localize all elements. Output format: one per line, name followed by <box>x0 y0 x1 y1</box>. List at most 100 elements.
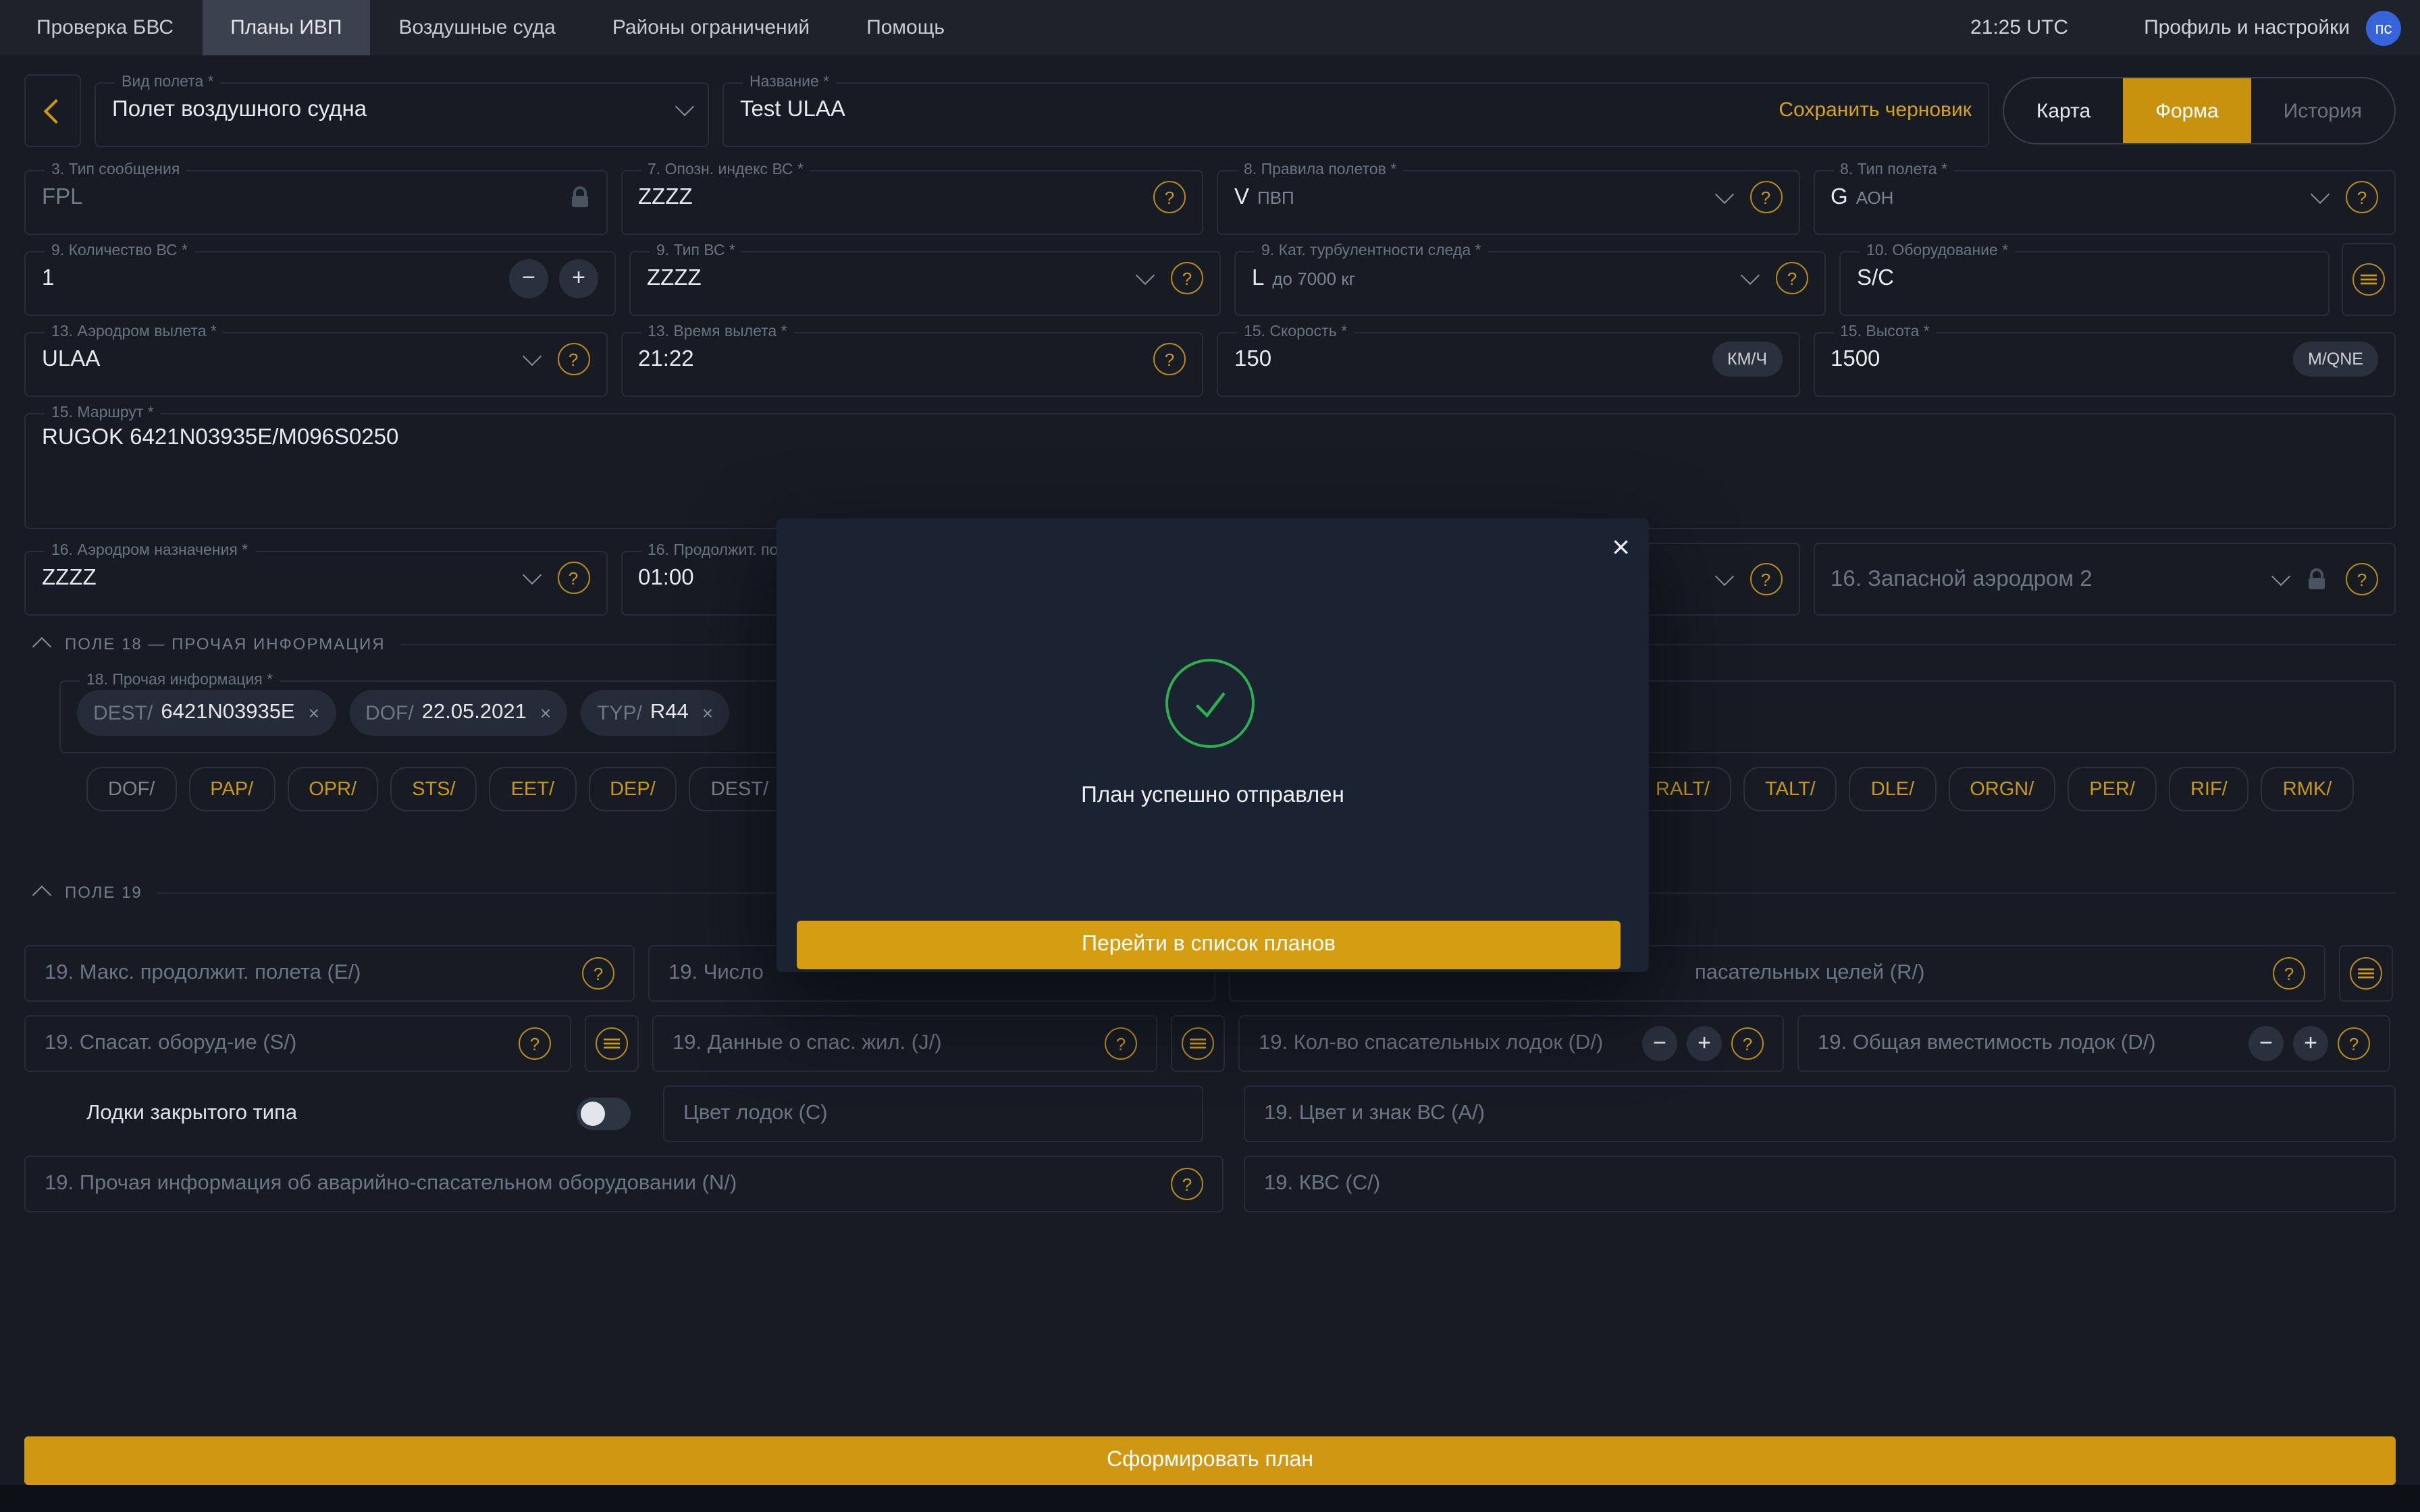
route-textarea[interactable]: 15. Маршрут * RUGOK 6421N03935E/M096S025… <box>24 405 2396 529</box>
key-dof[interactable]: DOF/ <box>86 767 176 811</box>
help-icon[interactable]: ? <box>1153 181 1186 213</box>
chevron-down-icon <box>522 347 541 366</box>
alternate-aerodrome-2-select[interactable]: 16. Запасной аэродром 2 ? <box>1813 543 2396 616</box>
plus-button[interactable]: + <box>2293 1026 2328 1061</box>
remove-chip-icon[interactable]: × <box>540 702 551 724</box>
help-icon[interactable]: ? <box>519 1027 551 1060</box>
aircraft-id-field[interactable]: 7. Опозн. индекс ВС * ZZZZ ? <box>621 162 1203 235</box>
survival-equipment-list-button[interactable] <box>585 1015 639 1072</box>
go-to-plans-button[interactable]: Перейти в список планов <box>797 921 1621 969</box>
close-icon[interactable]: × <box>1612 529 1630 566</box>
flight-plan-form: Вид полета * Полет воздушного судна Назв… <box>0 55 2420 1485</box>
flight-type-select[interactable]: 8. Тип полета * G АОН ? <box>1813 162 2396 235</box>
minus-button[interactable]: − <box>509 259 548 298</box>
nav-tab-ivp-plans[interactable]: Планы ИВП <box>202 0 370 55</box>
key-dle[interactable]: DLE/ <box>1849 767 1937 811</box>
destination-aerodrome-select[interactable]: 16. Аэродром назначения * ZZZZ ? <box>24 543 607 616</box>
profile-settings-link[interactable]: Профиль и настройки <box>2144 16 2350 39</box>
aircraft-count-field[interactable]: 9. Количество ВС * 1 −+ <box>24 243 616 316</box>
altitude-field[interactable]: 15. Высота * 1500 M/QNE <box>1813 324 2396 397</box>
help-icon[interactable]: ? <box>1105 1027 1137 1060</box>
plus-button[interactable]: + <box>1687 1026 1722 1061</box>
aircraft-color-field[interactable]: 19. Цвет и знак ВС (A/) <box>1244 1085 2396 1142</box>
help-icon[interactable]: ? <box>1750 181 1782 213</box>
utc-clock: 21:25 UTC <box>1970 16 2068 39</box>
key-rmk[interactable]: RMK/ <box>2261 767 2354 811</box>
boats-capacity-field[interactable]: 19. Общая вместимость лодок (D/) −+? <box>1797 1015 2390 1072</box>
key-sts[interactable]: STS/ <box>390 767 477 811</box>
help-icon[interactable]: ? <box>1153 343 1186 375</box>
nav-tabs: Проверка БВС Планы ИВП Воздушные суда Ра… <box>0 0 973 55</box>
nav-tab-restriction-areas[interactable]: Районы ограничений <box>584 0 838 55</box>
plus-button[interactable]: + <box>559 259 598 298</box>
chevron-down-icon <box>1714 185 1733 204</box>
help-icon[interactable]: ? <box>557 562 589 594</box>
remove-chip-icon[interactable]: × <box>702 702 713 724</box>
minus-button[interactable]: − <box>2248 1026 2284 1061</box>
equipment-list-button[interactable] <box>2342 243 2396 316</box>
chevron-down-icon <box>1136 266 1155 285</box>
life-jackets-field[interactable]: 19. Данные о спас. жил. (J/) ? <box>652 1015 1157 1072</box>
help-icon[interactable]: ? <box>1171 262 1203 294</box>
key-eet[interactable]: EET/ <box>490 767 576 811</box>
key-per[interactable]: PER/ <box>2068 767 2157 811</box>
key-talt[interactable]: TALT/ <box>1743 767 1837 811</box>
save-draft-button[interactable]: Сохранить черновик <box>1779 98 1972 121</box>
turbulence-category-select[interactable]: 9. Кат. турбулентности следа * L до 7000… <box>1234 243 1826 316</box>
rescue-radio-list-button[interactable] <box>2339 945 2393 1002</box>
plan-name-label: Название * <box>743 74 836 90</box>
closed-boats-toggle[interactable] <box>577 1098 631 1130</box>
help-icon[interactable]: ? <box>2346 563 2378 595</box>
key-rif[interactable]: RIF/ <box>2169 767 2249 811</box>
key-dep[interactable]: DEP/ <box>588 767 677 811</box>
equipment-field[interactable]: 10. Оборудование * S/C <box>1839 243 2330 316</box>
destination-aerodrome-label: 16. Аэродром назначения * <box>45 543 255 559</box>
nav-tab-help[interactable]: Помощь <box>838 0 973 55</box>
life-jackets-list-button[interactable] <box>1171 1015 1225 1072</box>
remove-chip-icon[interactable]: × <box>309 702 319 724</box>
survival-equipment-field[interactable]: 19. Спасат. оборуд-ие (S/) ? <box>24 1015 571 1072</box>
key-pap[interactable]: PAP/ <box>188 767 275 811</box>
aircraft-id-label: 7. Опозн. индекс ВС * <box>641 162 810 178</box>
max-duration-field[interactable]: 19. Макс. продолжит. полета (Е/) ? <box>24 945 635 1002</box>
boats-count-field[interactable]: 19. Кол-во спасательных лодок (D/) −+? <box>1238 1015 1784 1072</box>
alternate-aerodrome-2-placeholder: 16. Запасной аэродром 2 <box>1831 566 2093 592</box>
help-icon[interactable]: ? <box>2346 181 2378 213</box>
key-opr[interactable]: OPR/ <box>287 767 378 811</box>
plan-name-input[interactable]: Название * Test ULAA Сохранить черновик <box>722 74 1989 147</box>
help-icon[interactable]: ? <box>582 957 614 990</box>
flight-rules-select[interactable]: 8. Правила полетов * V ПВП ? <box>1217 162 1799 235</box>
departure-aerodrome-select[interactable]: 13. Аэродром вылета * ULAA ? <box>24 324 607 397</box>
help-icon[interactable]: ? <box>2338 1027 2370 1060</box>
chevron-left-icon <box>43 99 68 124</box>
minus-button[interactable]: − <box>1642 1026 1677 1061</box>
flight-kind-select[interactable]: Вид полета * Полет воздушного судна <box>95 74 709 147</box>
help-icon[interactable]: ? <box>1750 563 1782 595</box>
help-icon[interactable]: ? <box>1171 1168 1203 1200</box>
aircraft-type-select[interactable]: 9. Тип ВС * ZZZZ ? <box>629 243 1221 316</box>
nav-tab-bvs-check[interactable]: Проверка БВС <box>8 0 202 55</box>
generate-plan-button[interactable]: Сформировать план <box>24 1436 2396 1485</box>
other-rescue-info-field[interactable]: 19. Прочая информация об аварийно-спасат… <box>24 1156 1224 1212</box>
flight-type-label: 8. Тип полета * <box>1833 162 1954 178</box>
departure-time-field[interactable]: 13. Время вылета * 21:22 ? <box>621 324 1203 397</box>
aircraft-count-value: 1 <box>42 265 54 291</box>
nav-tab-aircraft[interactable]: Воздушные суда <box>370 0 583 55</box>
boats-color-field[interactable]: Цвет лодок (C) <box>663 1085 1203 1142</box>
view-tab-map[interactable]: Карта <box>2004 78 2123 143</box>
help-icon[interactable]: ? <box>1776 262 1808 294</box>
avatar[interactable]: пс <box>2366 10 2401 45</box>
key-orgn[interactable]: ORGN/ <box>1948 767 2055 811</box>
view-tab-form[interactable]: Форма <box>2123 78 2251 143</box>
chip-value: R44 <box>650 701 689 725</box>
pic-field[interactable]: 19. КВС (C/) <box>1244 1156 2396 1212</box>
help-icon[interactable]: ? <box>1731 1027 1764 1060</box>
equipment-value: S/C <box>1857 265 1894 291</box>
help-icon[interactable]: ? <box>2273 957 2305 990</box>
speed-field[interactable]: 15. Скорость * 150 КМ/Ч <box>1217 324 1799 397</box>
help-icon[interactable]: ? <box>557 343 589 375</box>
view-tab-history[interactable]: История <box>2251 78 2394 143</box>
key-dest[interactable]: DEST/ <box>689 767 790 811</box>
life-jackets-placeholder: 19. Данные о спас. жил. (J/) <box>673 1031 942 1056</box>
back-button[interactable] <box>24 74 81 147</box>
